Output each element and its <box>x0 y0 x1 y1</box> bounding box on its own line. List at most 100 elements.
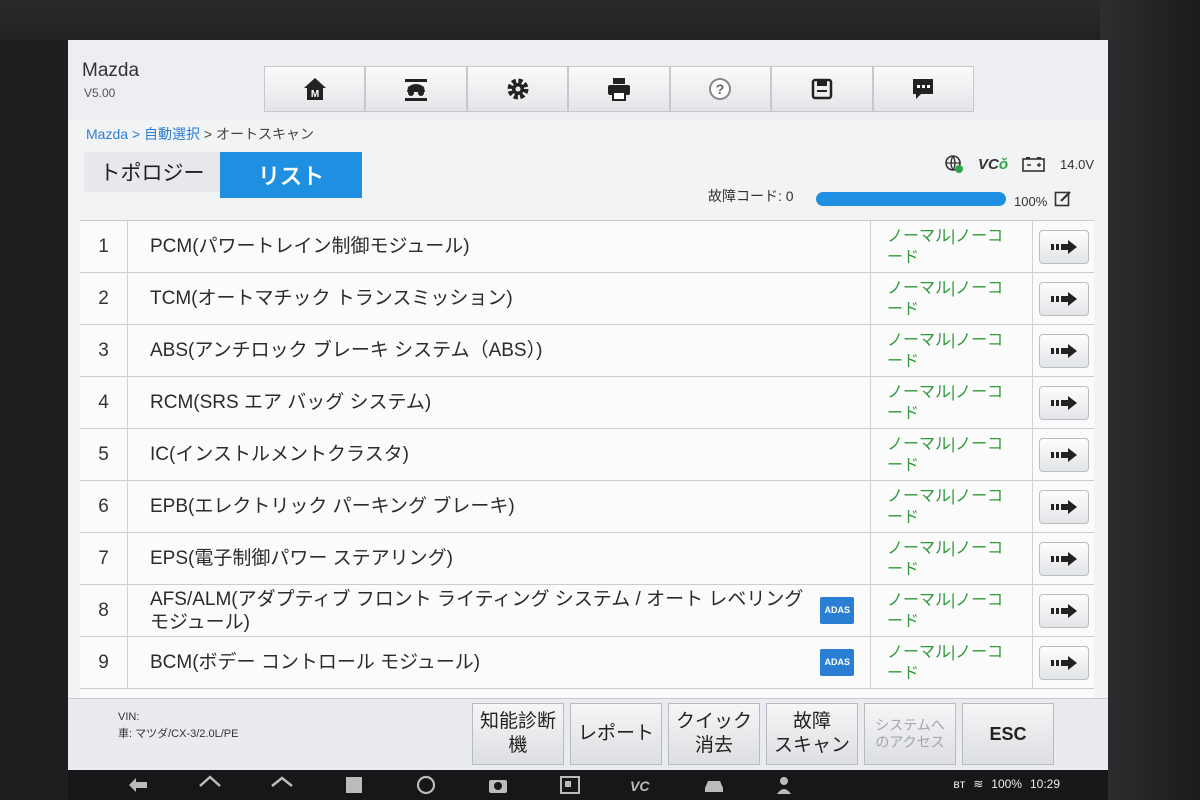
table-row[interactable]: 5 IC(インストルメントクラスタ) ノーマル|ノーコード <box>80 429 1094 481</box>
row-number: 3 <box>80 325 128 376</box>
vehicle-nav-icon[interactable] <box>702 774 726 796</box>
home-roof-icon[interactable] <box>270 774 294 796</box>
android-navbar: VC ʙᴛ ≋ 100% 10:29 <box>68 770 1108 800</box>
browser-icon[interactable] <box>414 774 438 796</box>
system-name: AFS/ALM(アダプティブ フロント ライティング システム / オート レベ… <box>150 588 804 633</box>
system-name-cell: PCM(パワートレイン制御モジュール) <box>128 221 870 272</box>
tab-topology[interactable]: トポロジー <box>84 152 220 192</box>
message-icon <box>913 79 934 99</box>
enter-system-button[interactable] <box>1038 229 1089 264</box>
system-status: ノーマル|ノーコード <box>870 585 1032 636</box>
enter-system-button[interactable] <box>1038 385 1089 420</box>
enter-system-button[interactable] <box>1038 593 1089 628</box>
save-icon <box>811 78 833 100</box>
row-number: 5 <box>80 429 128 480</box>
esc-button[interactable]: ESC <box>962 703 1054 765</box>
system-name: EPB(エレクトリック パーキング ブレーキ) <box>150 496 515 517</box>
system-name-cell: IC(インストルメントクラスタ) <box>128 429 870 480</box>
system-status: ノーマル|ノーコード <box>870 325 1032 376</box>
system-name: ABS(アンチロック ブレーキ システム（ABS）) <box>150 340 543 361</box>
go-cell <box>1032 273 1094 324</box>
go-cell <box>1032 533 1094 584</box>
arrow-right-icon <box>1050 603 1077 618</box>
table-row[interactable]: 7 EPS(電子制御パワー ステアリング) ノーマル|ノーコード <box>80 533 1094 585</box>
save-button[interactable] <box>771 66 873 112</box>
battery-level: 100% <box>991 777 1022 791</box>
home-nav-icon[interactable] <box>198 774 222 796</box>
vci-status: VCǒ <box>978 156 1008 173</box>
print-button[interactable] <box>568 66 670 112</box>
table-row[interactable]: 1 PCM(パワートレイン制御モジュール) ノーマル|ノーコード <box>80 221 1094 273</box>
vci-nav-icon[interactable]: VC <box>630 774 654 796</box>
vehicle-lift-button[interactable] <box>365 66 467 112</box>
enter-system-button[interactable] <box>1038 541 1089 576</box>
report-button[interactable]: レポート <box>570 703 662 765</box>
table-row[interactable]: 2 TCM(オートマチック トランスミッション) ノーマル|ノーコード <box>80 273 1094 325</box>
go-cell <box>1032 377 1094 428</box>
wifi-icon: ≋ <box>973 777 984 791</box>
device-bezel-right <box>1100 0 1200 800</box>
enter-system-button[interactable] <box>1038 489 1089 524</box>
nav-icons: VC <box>126 774 798 796</box>
screenshot-icon[interactable] <box>558 774 582 796</box>
breadcrumb-auto-select[interactable]: 自動選択 <box>144 126 200 142</box>
app-screen: Mazda V5.00 M ? Mazda > 自動選択 > オートスキャン ト… <box>68 40 1108 800</box>
system-status: ノーマル|ノーコード <box>870 377 1032 428</box>
system-name: EPS(電子制御パワー ステアリング) <box>150 548 453 569</box>
clock: 10:29 <box>1029 777 1060 791</box>
row-number: 1 <box>80 221 128 272</box>
vin-label: VIN: <box>118 711 140 723</box>
device-bezel-top <box>0 0 1200 40</box>
table-row[interactable]: 9 BCM(ボデー コントロール モジュール) ADAS ノーマル|ノーコード <box>80 637 1094 689</box>
battery-icon <box>1022 157 1045 172</box>
table-row[interactable]: 3 ABS(アンチロック ブレーキ システム（ABS）) ノーマル|ノーコード <box>80 325 1094 377</box>
system-status: ノーマル|ノーコード <box>870 429 1032 480</box>
table-row[interactable]: 6 EPB(エレクトリック パーキング ブレーキ) ノーマル|ノーコード <box>80 481 1094 533</box>
system-name-cell: AFS/ALM(アダプティブ フロント ライティング システム / オート レベ… <box>128 585 870 636</box>
arrow-right-icon <box>1050 499 1077 514</box>
enter-system-button[interactable] <box>1038 281 1089 316</box>
footer-buttons: 知能診断機 レポート クイック 消去 故障 スキャン システムへ のアクセス E… <box>472 703 1054 765</box>
help-icon: ? <box>709 78 732 100</box>
recent-apps-icon[interactable] <box>342 774 366 796</box>
feedback-button[interactable] <box>872 66 974 112</box>
vci-connected-icon: ǒ <box>998 155 1009 173</box>
system-tray: ʙᴛ ≋ 100% 10:29 <box>953 777 1060 791</box>
footer: VIN: 車: マツダ/CX-3/2.0L/PE 知能診断機 レポート クイック… <box>68 698 1108 770</box>
go-cell <box>1032 429 1094 480</box>
camera-icon[interactable] <box>486 774 510 796</box>
arrow-right-icon <box>1050 291 1077 306</box>
system-status: ノーマル|ノーコード <box>870 273 1032 324</box>
edit-icon[interactable] <box>1054 190 1072 208</box>
svg-text:?: ? <box>716 81 725 97</box>
quick-clear-button[interactable]: クイック 消去 <box>668 703 760 765</box>
table-row[interactable]: 8 AFS/ALM(アダプティブ フロント ライティング システム / オート レ… <box>80 585 1094 637</box>
technician-icon[interactable] <box>774 774 798 796</box>
enter-system-button[interactable] <box>1038 333 1089 368</box>
table-row[interactable]: 4 RCM(SRS エア バッグ システム) ノーマル|ノーコード <box>80 377 1094 429</box>
home-button[interactable]: M <box>264 66 366 112</box>
system-name-cell: EPS(電子制御パワー ステアリング) <box>128 533 870 584</box>
adas-badge: ADAS <box>820 649 854 676</box>
system-name-cell: TCM(オートマチック トランスミッション) <box>128 273 870 324</box>
system-access-button[interactable]: システムへ のアクセス <box>864 703 956 765</box>
arrow-right-icon <box>1050 239 1077 254</box>
app-version: V5.00 <box>84 86 116 100</box>
vehicle-info: 車: マツダ/CX-3/2.0L/PE <box>118 728 239 740</box>
fault-scan-button[interactable]: 故障 スキャン <box>766 703 858 765</box>
globe-icon <box>945 155 963 173</box>
tab-list[interactable]: リスト <box>220 152 362 198</box>
enter-system-button[interactable] <box>1038 437 1089 472</box>
row-number: 8 <box>80 585 128 636</box>
help-button[interactable]: ? <box>669 66 772 112</box>
intelligent-diagnosis-button[interactable]: 知能診断機 <box>472 703 564 765</box>
dtc-count: 故障コード: 0 <box>708 188 794 204</box>
settings-button[interactable] <box>466 66 569 112</box>
back-icon[interactable] <box>126 774 150 796</box>
breadcrumb-mazda[interactable]: Mazda <box>86 126 128 142</box>
bluetooth-icon: ʙᴛ <box>953 777 966 791</box>
enter-system-button[interactable] <box>1038 645 1089 680</box>
vehicle-lift-icon <box>405 79 428 101</box>
go-cell <box>1032 481 1094 532</box>
system-list: 1 PCM(パワートレイン制御モジュール) ノーマル|ノーコード 2 TCM(オートマチ… <box>80 220 1094 698</box>
